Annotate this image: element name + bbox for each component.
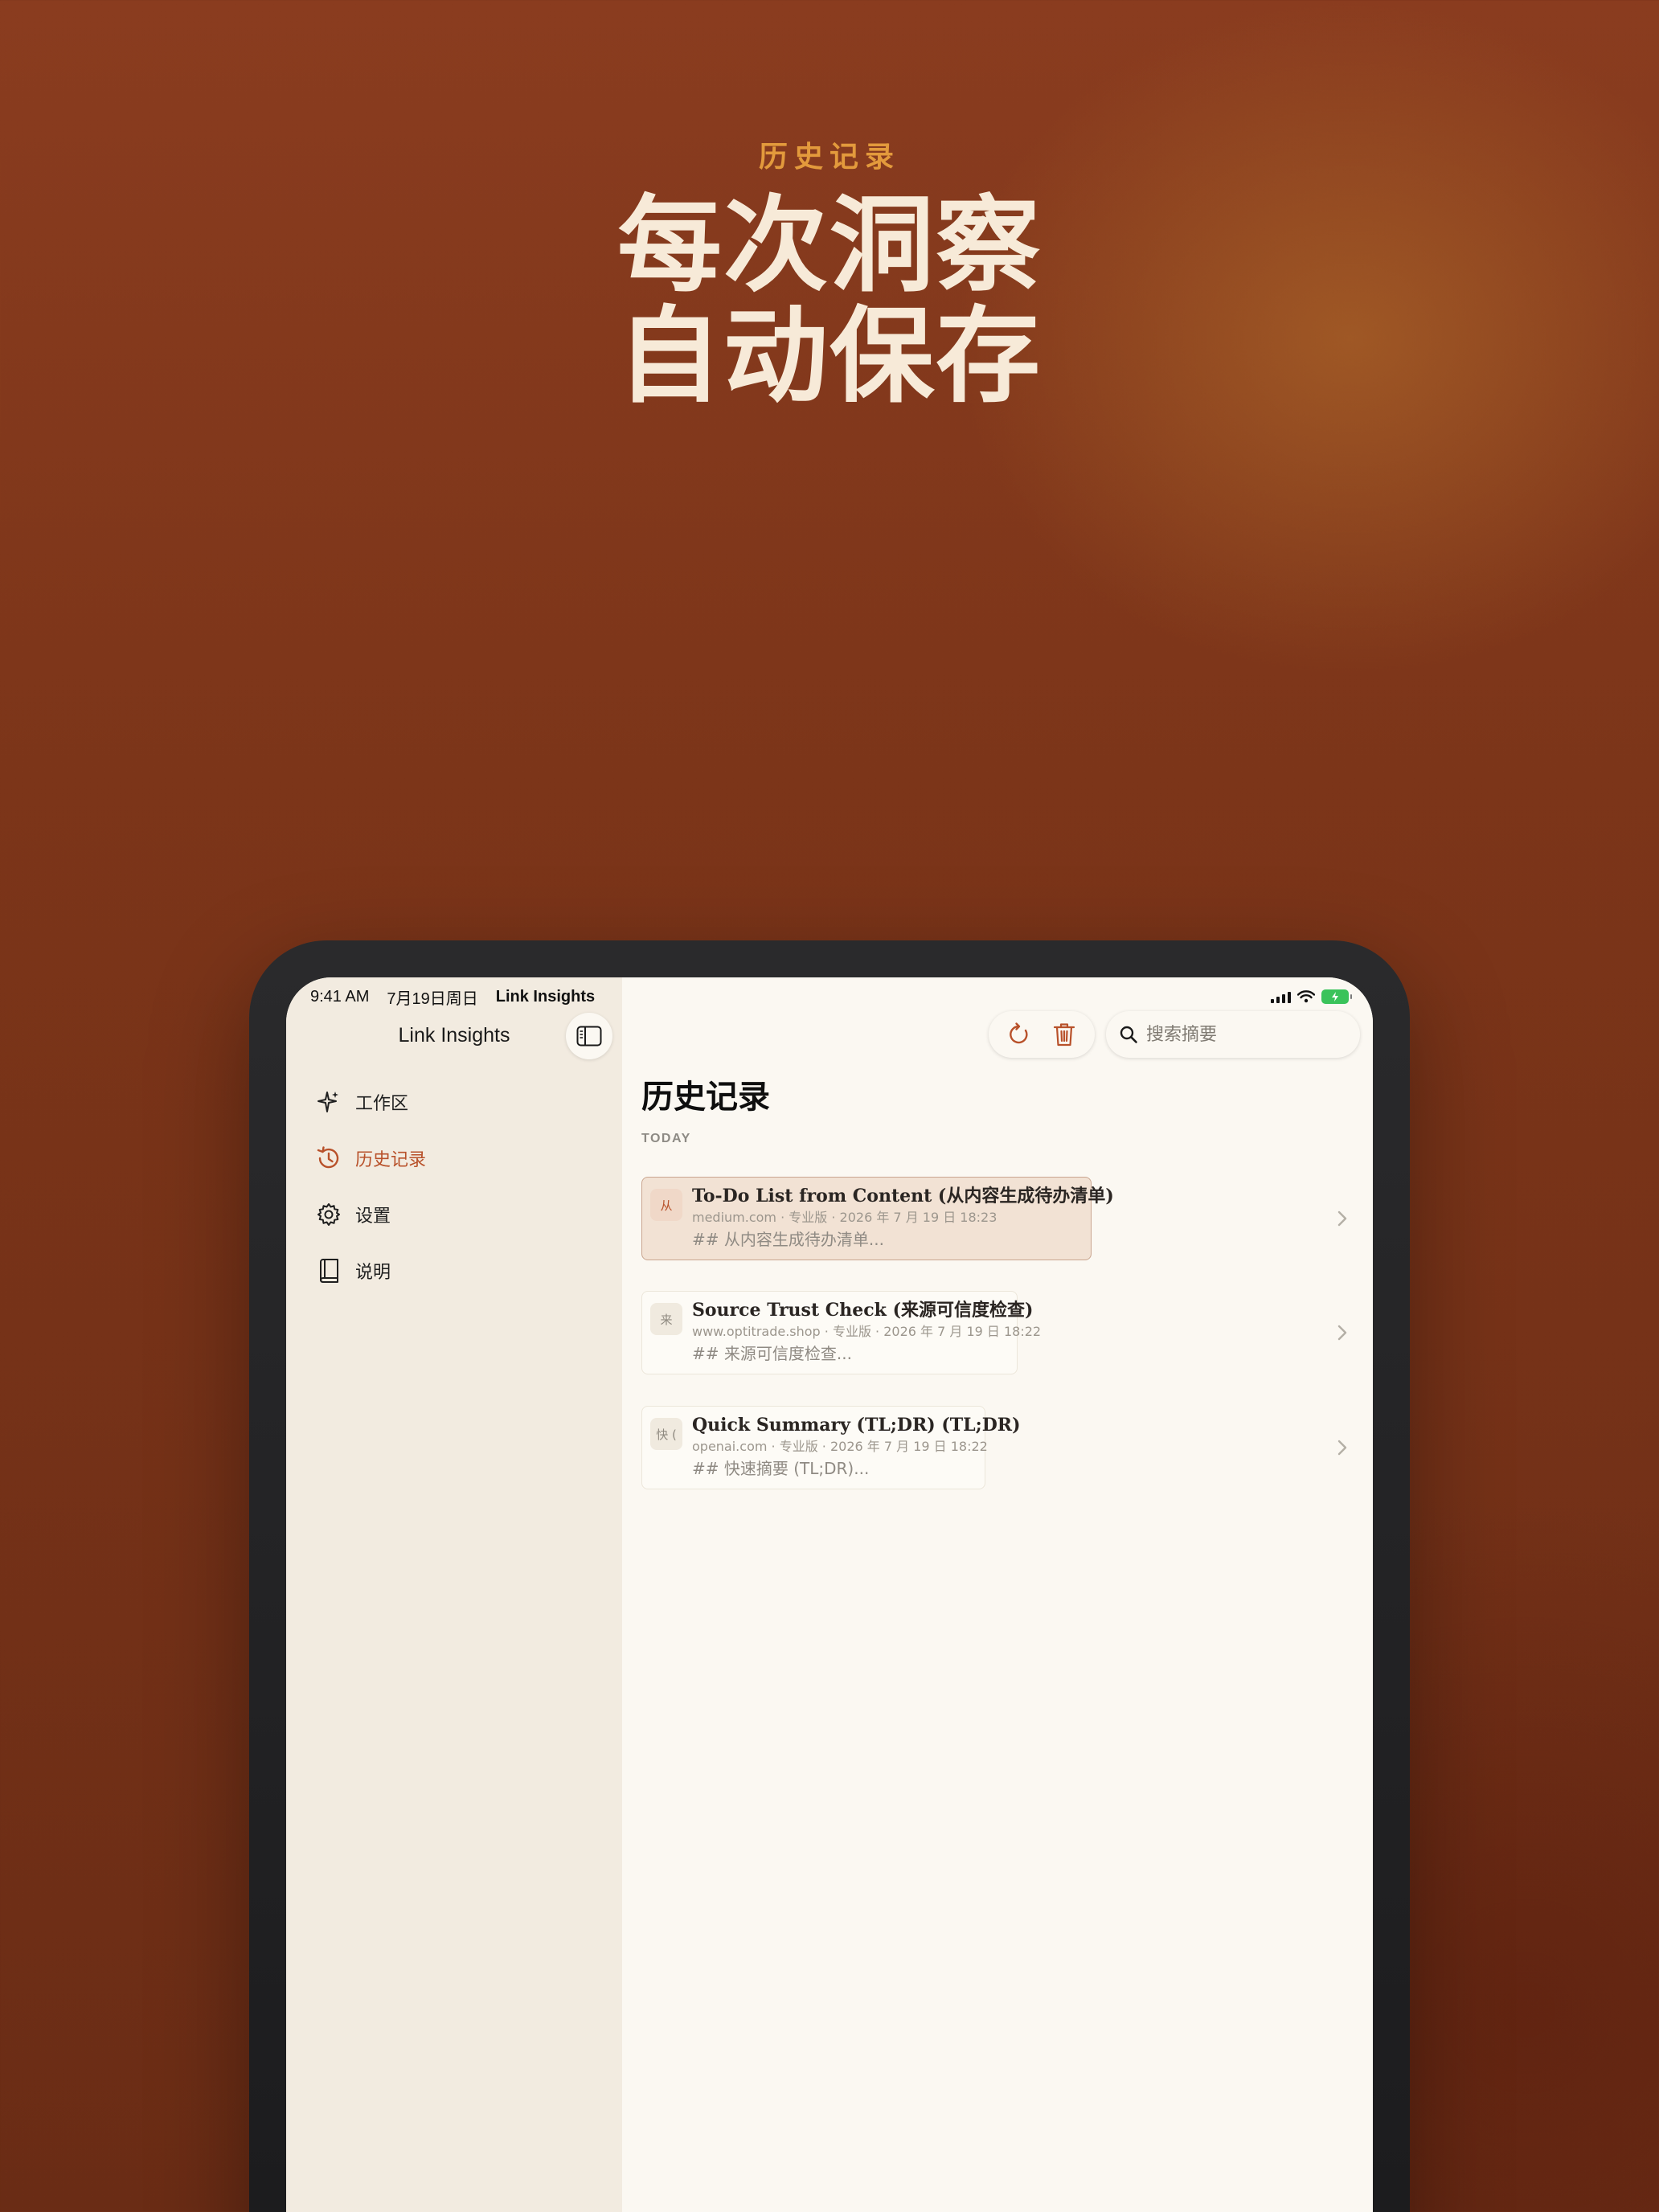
history-icon [315,1145,342,1172]
history-preview: ## 快速摘要 (TL;DR)... [692,1459,870,1478]
tablet-screen: 9:41 AM 7月19日周日 Link Insights Link Insig… [286,977,1373,2212]
status-date: 7月19日周日 [387,989,478,1008]
sidebar: 9:41 AM 7月19日周日 Link Insights Link Insig… [286,977,622,2212]
chevron-right-icon [1337,1210,1347,1227]
search-field[interactable] [1106,1011,1360,1058]
sidebar-item-label: 设置 [355,1206,391,1227]
status-time: 9:41 AM [310,987,370,1006]
history-badge: 来 [650,1303,682,1335]
chevron-right-icon [1337,1440,1347,1456]
hero-title: 每次洞察 自动保存 [0,190,1659,412]
cellular-signal-icon [1271,990,1291,1003]
trash-icon [1053,1023,1075,1047]
main-content: 历史记录 TODAY 从 To-Do List from Content (从内… [622,977,1373,2212]
history-meta: www.optitrade.shop · 专业版 · 2026 年 7 月 19… [692,1324,1042,1339]
history-row[interactable]: 来 Source Trust Check (来源可信度检查) www.optit… [641,1291,1358,1374]
sparkles-icon [315,1088,342,1116]
toolbar-actions [989,1011,1095,1058]
book-icon [315,1257,342,1284]
sidebar-item-label: 说明 [355,1263,391,1283]
sidebar-item-workspace[interactable]: 工作区 [315,1074,604,1130]
history-preview: ## 来源可信度检查... [692,1344,852,1363]
sidebar-item-label: 历史记录 [355,1150,427,1170]
refresh-icon [1010,1022,1028,1044]
status-app-name: Link Insights [495,987,596,1006]
refresh-button[interactable] [1001,1016,1038,1053]
status-bar-left: 9:41 AM 7月19日周日 Link Insights [310,985,595,1008]
hero-eyebrow: 历史记录 [758,141,900,174]
history-title: Source Trust Check (来源可信度检查) [692,1300,1034,1321]
sidebar-item-history[interactable]: 历史记录 [315,1130,604,1186]
sidebar-item-label: 工作区 [355,1094,409,1114]
sidebar-nav: 工作区 历史记录 设置 说明 [315,1074,604,1299]
history-card[interactable]: 快 ( Quick Summary (TL;DR) (TL;DR) openai… [641,1406,1021,1489]
hero-title-line-2: 自动保存 [616,294,1042,417]
sidebar-toggle-icon [576,1026,602,1047]
history-title: Quick Summary (TL;DR) (TL;DR) [692,1415,1021,1436]
hero-title-line-1: 每次洞察 [616,183,1042,306]
history-card[interactable]: 从 To-Do List from Content (从内容生成待办清单) me… [641,1177,1114,1260]
chevron-right-icon [1337,1325,1347,1341]
history-badge: 快 ( [650,1418,682,1450]
gear-icon [315,1201,342,1228]
sidebar-toggle-button[interactable] [566,1013,612,1059]
history-card[interactable]: 来 Source Trust Check (来源可信度检查) www.optit… [641,1291,1042,1374]
history-meta: openai.com · 专业版 · 2026 年 7 月 19 日 18:22 [692,1439,988,1454]
page-title: 历史记录 [641,1079,770,1116]
history-preview: ## 从内容生成待办清单... [692,1230,884,1249]
search-input[interactable] [1146,1024,1339,1045]
status-bar-right [1271,985,1352,1008]
wifi-icon [1297,990,1315,1003]
history-row[interactable]: 快 ( Quick Summary (TL;DR) (TL;DR) openai… [641,1406,1358,1489]
sidebar-item-help[interactable]: 说明 [315,1243,604,1299]
history-title: To-Do List from Content (从内容生成待办清单) [692,1186,1114,1206]
delete-button[interactable] [1046,1016,1083,1053]
history-row[interactable]: 从 To-Do List from Content (从内容生成待办清单) me… [641,1177,1358,1260]
tablet-device: 9:41 AM 7月19日周日 Link Insights Link Insig… [249,940,1410,2212]
sidebar-item-settings[interactable]: 设置 [315,1186,604,1243]
history-meta: medium.com · 专业版 · 2026 年 7 月 19 日 18:23 [692,1210,997,1225]
battery-icon [1321,989,1352,1004]
section-header-today: TODAY [641,1132,691,1145]
search-icon [1120,1026,1137,1043]
history-badge: 从 [650,1189,682,1221]
